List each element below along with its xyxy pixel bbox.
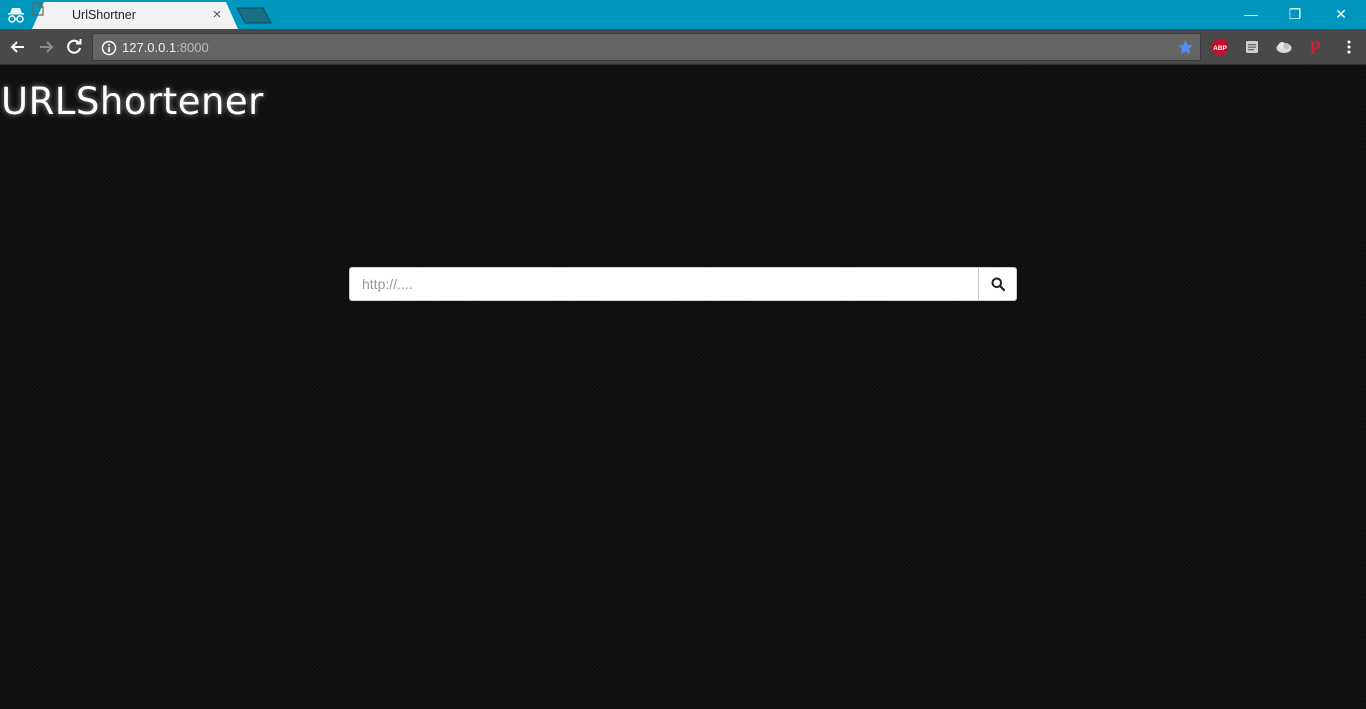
adblock-plus-icon[interactable]: ABP [1211, 38, 1229, 56]
browser-title-bar: UrlShortner × — ❐ ✕ [0, 0, 1366, 29]
address-bar[interactable]: 127.0.0.1:8000 [92, 33, 1201, 61]
site-brand-title: URLShortener [1, 80, 264, 123]
bookmark-star-icon[interactable] [1177, 39, 1194, 56]
close-window-button[interactable]: ✕ [1318, 0, 1364, 29]
search-button[interactable] [978, 268, 1016, 300]
tab-close-icon[interactable]: × [210, 7, 224, 23]
url-port: :8000 [176, 40, 209, 55]
adblock-label: ABP [1213, 45, 1227, 52]
tab-urlshortner[interactable]: UrlShortner × [32, 2, 238, 29]
url-host: 127.0.0.1 [122, 40, 177, 55]
page-content: URLShortener [0, 65, 1366, 709]
browser-toolbar: 127.0.0.1:8000 ABP P [0, 29, 1366, 65]
back-icon[interactable] [7, 36, 29, 58]
url-input[interactable] [350, 268, 978, 300]
pinterest-icon[interactable]: P [1306, 38, 1324, 56]
reload-icon[interactable] [63, 36, 85, 58]
search-icon [991, 277, 1005, 291]
info-icon[interactable] [101, 40, 117, 56]
reader-icon[interactable] [1243, 38, 1261, 56]
forward-icon[interactable] [35, 36, 57, 58]
new-tab-button[interactable] [236, 7, 272, 24]
tab-title: UrlShortner [72, 8, 136, 22]
menu-kebab-icon[interactable] [1340, 38, 1358, 56]
url-search-group [349, 267, 1017, 301]
page-icon [32, 2, 44, 16]
minimize-button[interactable]: — [1228, 0, 1274, 29]
cloud-icon[interactable] [1275, 38, 1293, 56]
pinterest-label: P [1310, 38, 1321, 56]
restore-button[interactable]: ❐ [1272, 0, 1318, 29]
url-text[interactable]: 127.0.0.1:8000 [122, 40, 209, 55]
incognito-icon [8, 8, 24, 23]
